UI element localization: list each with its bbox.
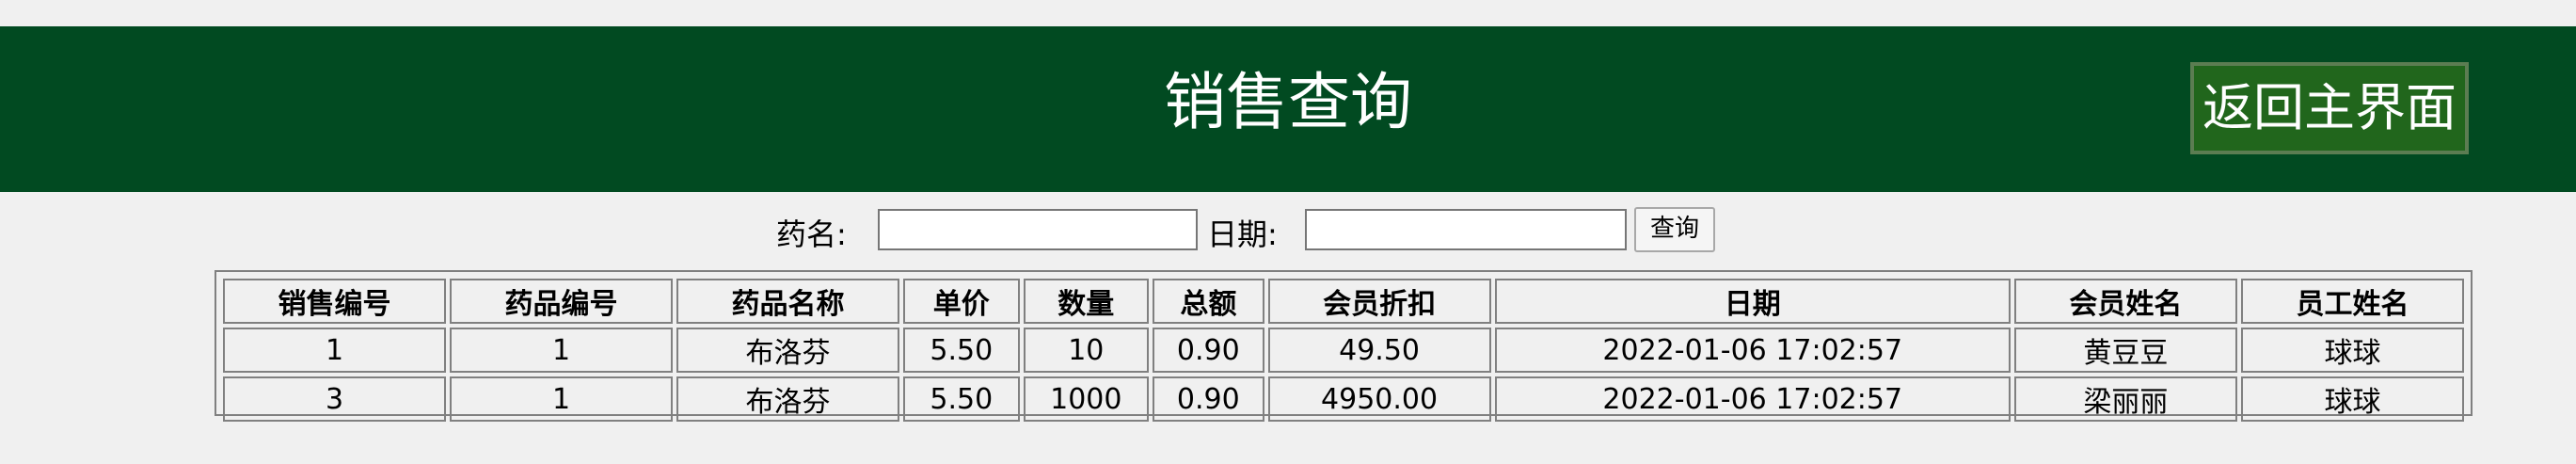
table-row: 1 1 布洛芬 5.50 10 0.90 49.50 2022-01-06 17… bbox=[223, 328, 2464, 373]
sales-table-frame: 销售编号 药品编号 药品名称 单价 数量 总额 会员折扣 日期 会员姓名 员工姓… bbox=[215, 270, 2473, 422]
table-header-row: 销售编号 药品编号 药品名称 单价 数量 总额 会员折扣 日期 会员姓名 员工姓… bbox=[223, 279, 2464, 324]
table-row: 3 1 布洛芬 5.50 1000 0.90 4950.00 2022-01-0… bbox=[223, 376, 2464, 422]
table-cell: 49.50 bbox=[1267, 328, 1491, 373]
col-header-member-discount: 会员折扣 bbox=[1267, 279, 1491, 324]
table-cell: 2022-01-06 17:02:57 bbox=[1494, 328, 2011, 373]
table-cell: 10 bbox=[1023, 328, 1150, 373]
table-cell: 球球 bbox=[2240, 376, 2464, 422]
table-cell: 0.90 bbox=[1153, 376, 1264, 422]
col-header-sale-id: 销售编号 bbox=[223, 279, 446, 324]
col-header-quantity: 数量 bbox=[1023, 279, 1150, 324]
col-header-employee-name: 员工姓名 bbox=[2240, 279, 2464, 324]
table-cell: 2022-01-06 17:02:57 bbox=[1494, 376, 2011, 422]
table-cell: 布洛芬 bbox=[676, 376, 899, 422]
table-cell: 4950.00 bbox=[1267, 376, 1491, 422]
col-header-unit-price: 单价 bbox=[903, 279, 1020, 324]
table-cell: 5.50 bbox=[903, 376, 1020, 422]
table-cell: 1 bbox=[450, 328, 673, 373]
col-header-drug-name: 药品名称 bbox=[676, 279, 899, 324]
drug-name-label: 药名: bbox=[776, 216, 847, 252]
table-cell: 梁丽丽 bbox=[2013, 376, 2237, 422]
drug-name-input[interactable] bbox=[878, 209, 1198, 250]
search-bar: 药名: 日期: 查询 bbox=[0, 207, 2576, 254]
col-header-drug-id: 药品编号 bbox=[450, 279, 673, 324]
table-cell: 3 bbox=[223, 376, 446, 422]
col-header-total: 总额 bbox=[1153, 279, 1264, 324]
table-cell: 1000 bbox=[1023, 376, 1150, 422]
table-cell: 布洛芬 bbox=[676, 328, 899, 373]
table-cell: 5.50 bbox=[903, 328, 1020, 373]
table-cell: 球球 bbox=[2240, 328, 2464, 373]
back-to-main-button[interactable]: 返回主界面 bbox=[2190, 62, 2469, 154]
col-header-member-name: 会员姓名 bbox=[2013, 279, 2237, 324]
table-cell: 1 bbox=[223, 328, 446, 373]
date-label: 日期: bbox=[1207, 216, 1278, 252]
table-cell: 0.90 bbox=[1153, 328, 1264, 373]
query-button[interactable]: 查询 bbox=[1634, 207, 1715, 252]
date-input[interactable] bbox=[1305, 209, 1627, 250]
table-cell: 黄豆豆 bbox=[2013, 328, 2237, 373]
table-cell: 1 bbox=[450, 376, 673, 422]
sales-table: 销售编号 药品编号 药品名称 单价 数量 总额 会员折扣 日期 会员姓名 员工姓… bbox=[219, 275, 2468, 425]
col-header-date: 日期 bbox=[1494, 279, 2011, 324]
